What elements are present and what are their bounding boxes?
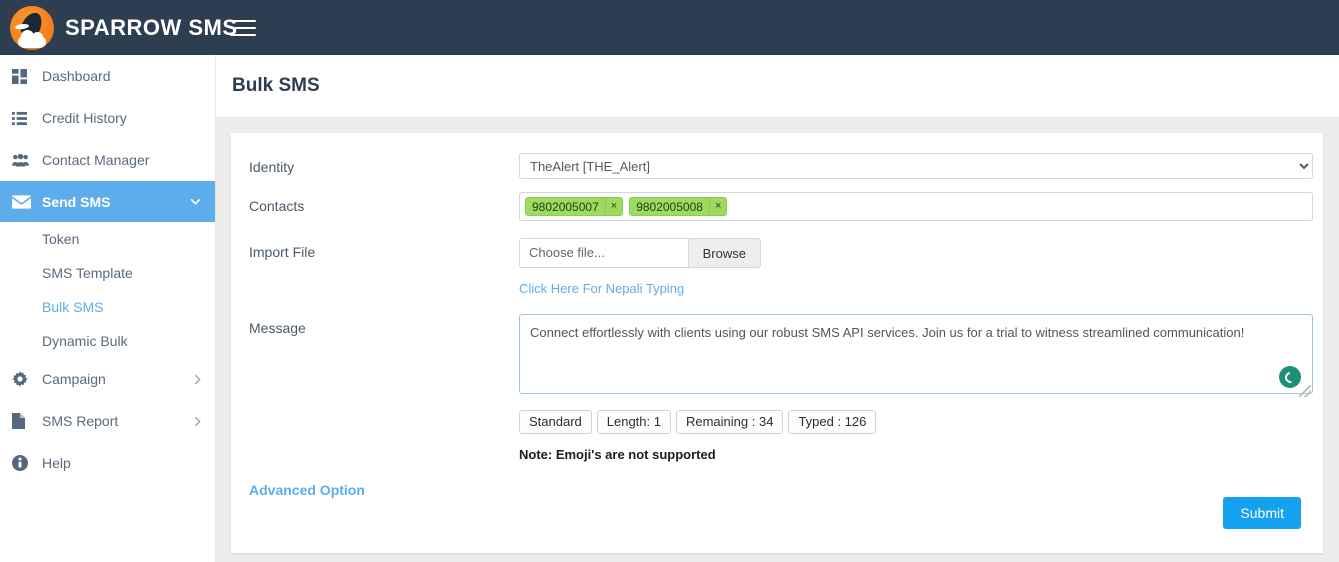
- sidebar-subitem-label: Dynamic Bulk: [42, 333, 128, 349]
- message-textarea-wrapper: [519, 314, 1313, 399]
- contacts-row: Contacts 9802005007 × 9802005008 ×: [249, 192, 1313, 221]
- stat-typed: Typed : 126: [788, 410, 877, 434]
- browse-button[interactable]: Browse: [687, 238, 761, 268]
- envelope-icon: [12, 194, 42, 209]
- sidebar-subitem-bulk-sms[interactable]: Bulk SMS: [0, 290, 215, 324]
- sidebar-item-label: Contact Manager: [42, 152, 150, 168]
- identity-label-col: Identity: [249, 153, 519, 177]
- import-file-label-col: Import File: [249, 238, 519, 262]
- message-row: Message Standard Length: 1 Remaining : 3…: [249, 314, 1313, 462]
- contact-tag-remove-icon[interactable]: ×: [604, 198, 622, 215]
- sidebar-item-help[interactable]: Help: [0, 442, 215, 484]
- chevron-down-icon: [190, 198, 201, 205]
- advanced-option-row: Advanced Option: [231, 482, 1323, 500]
- identity-select[interactable]: TheAlert [THE_Alert]: [519, 153, 1313, 179]
- sidebar-item-label: Help: [42, 455, 71, 471]
- message-stats: Standard Length: 1 Remaining : 34 Typed …: [519, 410, 1313, 434]
- app-root: SPARROW SMS Dashboard Credit History Con…: [0, 0, 1339, 562]
- document-icon: [12, 413, 42, 429]
- textarea-resize-handle[interactable]: [1299, 385, 1311, 397]
- main-content: Bulk SMS Identity TheAlert [THE_Alert] C…: [216, 55, 1339, 562]
- message-label-col: Message: [249, 314, 519, 338]
- contacts-tag-input[interactable]: 9802005007 × 9802005008 ×: [519, 192, 1313, 221]
- sidebar-item-label: Dashboard: [42, 68, 111, 84]
- contact-tag-label: 9802005008: [636, 200, 703, 214]
- page-header: Bulk SMS: [216, 55, 1339, 117]
- contacts-control-col: 9802005007 × 9802005008 ×: [519, 192, 1313, 221]
- sidebar-subitem-label: Token: [42, 231, 80, 247]
- gear-icon: [12, 371, 42, 387]
- sparrow-bird-logo-icon: [10, 5, 54, 50]
- dashboard-grid-icon: [12, 68, 42, 84]
- contact-tag-label: 9802005007: [532, 200, 599, 214]
- message-control-col: Standard Length: 1 Remaining : 34 Typed …: [519, 314, 1313, 462]
- sidebar-subitem-token[interactable]: Token: [0, 222, 215, 256]
- stat-remaining: Remaining : 34: [675, 410, 784, 434]
- file-name-display[interactable]: Choose file...: [519, 238, 688, 268]
- sidebar-subitem-label: Bulk SMS: [42, 299, 104, 315]
- sidebar-item-label: Send SMS: [42, 193, 111, 210]
- submit-button[interactable]: Submit: [1223, 497, 1301, 529]
- page-title: Bulk SMS: [232, 75, 320, 96]
- identity-label: Identity: [249, 159, 295, 175]
- stat-length: Length: 1: [596, 410, 671, 434]
- message-textarea[interactable]: [519, 314, 1313, 394]
- advanced-option-link[interactable]: Advanced Option: [249, 482, 365, 498]
- chevron-right-icon: [194, 416, 201, 427]
- sidebar-item-campaign[interactable]: Campaign: [0, 358, 215, 400]
- sidebar-subitem-label: SMS Template: [42, 265, 133, 281]
- hamburger-menu-icon[interactable]: [230, 18, 256, 38]
- emoji-note: Note: Emoji's are not supported: [519, 447, 716, 462]
- sidebar-item-label: Credit History: [42, 110, 127, 126]
- contacts-label: Contacts: [249, 198, 305, 214]
- stat-standard: Standard: [519, 410, 592, 434]
- chevron-right-icon: [194, 374, 201, 385]
- import-file-control-col: Choose file... Browse Click Here For Nep…: [519, 238, 1301, 298]
- contact-tag[interactable]: 9802005008 ×: [629, 197, 728, 216]
- sidebar: Dashboard Credit History Contact Manager…: [0, 55, 216, 562]
- info-circle-icon: [12, 455, 42, 471]
- identity-control-col: TheAlert [THE_Alert]: [519, 153, 1313, 179]
- sidebar-item-credit-history[interactable]: Credit History: [0, 97, 215, 139]
- bulk-sms-form-card: Identity TheAlert [THE_Alert] Contacts 9…: [231, 133, 1323, 553]
- message-label: Message: [249, 320, 306, 336]
- sidebar-item-label: SMS Report: [42, 413, 119, 429]
- submit-row: Submit: [1223, 497, 1301, 529]
- sidebar-subitem-dynamic-bulk[interactable]: Dynamic Bulk: [0, 324, 215, 358]
- identity-row: Identity TheAlert [THE_Alert]: [249, 153, 1313, 179]
- brand-area[interactable]: SPARROW SMS: [0, 5, 237, 50]
- import-file-row: Import File Choose file... Browse Click …: [249, 238, 1301, 298]
- sidebar-item-sms-report[interactable]: SMS Report: [0, 400, 215, 442]
- brand-title: SPARROW SMS: [65, 14, 238, 40]
- file-input-group[interactable]: Choose file... Browse: [519, 238, 761, 268]
- users-group-icon: [12, 153, 42, 168]
- contact-tag-remove-icon[interactable]: ×: [708, 198, 726, 215]
- top-navigation-bar: SPARROW SMS: [0, 0, 1339, 55]
- bulk-sms-form: Identity TheAlert [THE_Alert] Contacts 9…: [231, 133, 1323, 462]
- sidebar-item-label: Campaign: [42, 371, 106, 387]
- nepali-typing-link[interactable]: Click Here For Nepali Typing: [519, 281, 684, 296]
- loading-spinner-icon: [1279, 366, 1301, 388]
- list-icon: [12, 111, 42, 126]
- sidebar-subitem-sms-template[interactable]: SMS Template: [0, 256, 215, 290]
- sidebar-item-contact-manager[interactable]: Contact Manager: [0, 139, 215, 181]
- contact-tag[interactable]: 9802005007 ×: [525, 197, 624, 216]
- contacts-label-col: Contacts: [249, 192, 519, 216]
- sidebar-item-send-sms[interactable]: Send SMS: [0, 181, 215, 222]
- import-file-label: Import File: [249, 244, 316, 260]
- sidebar-item-dashboard[interactable]: Dashboard: [0, 55, 215, 97]
